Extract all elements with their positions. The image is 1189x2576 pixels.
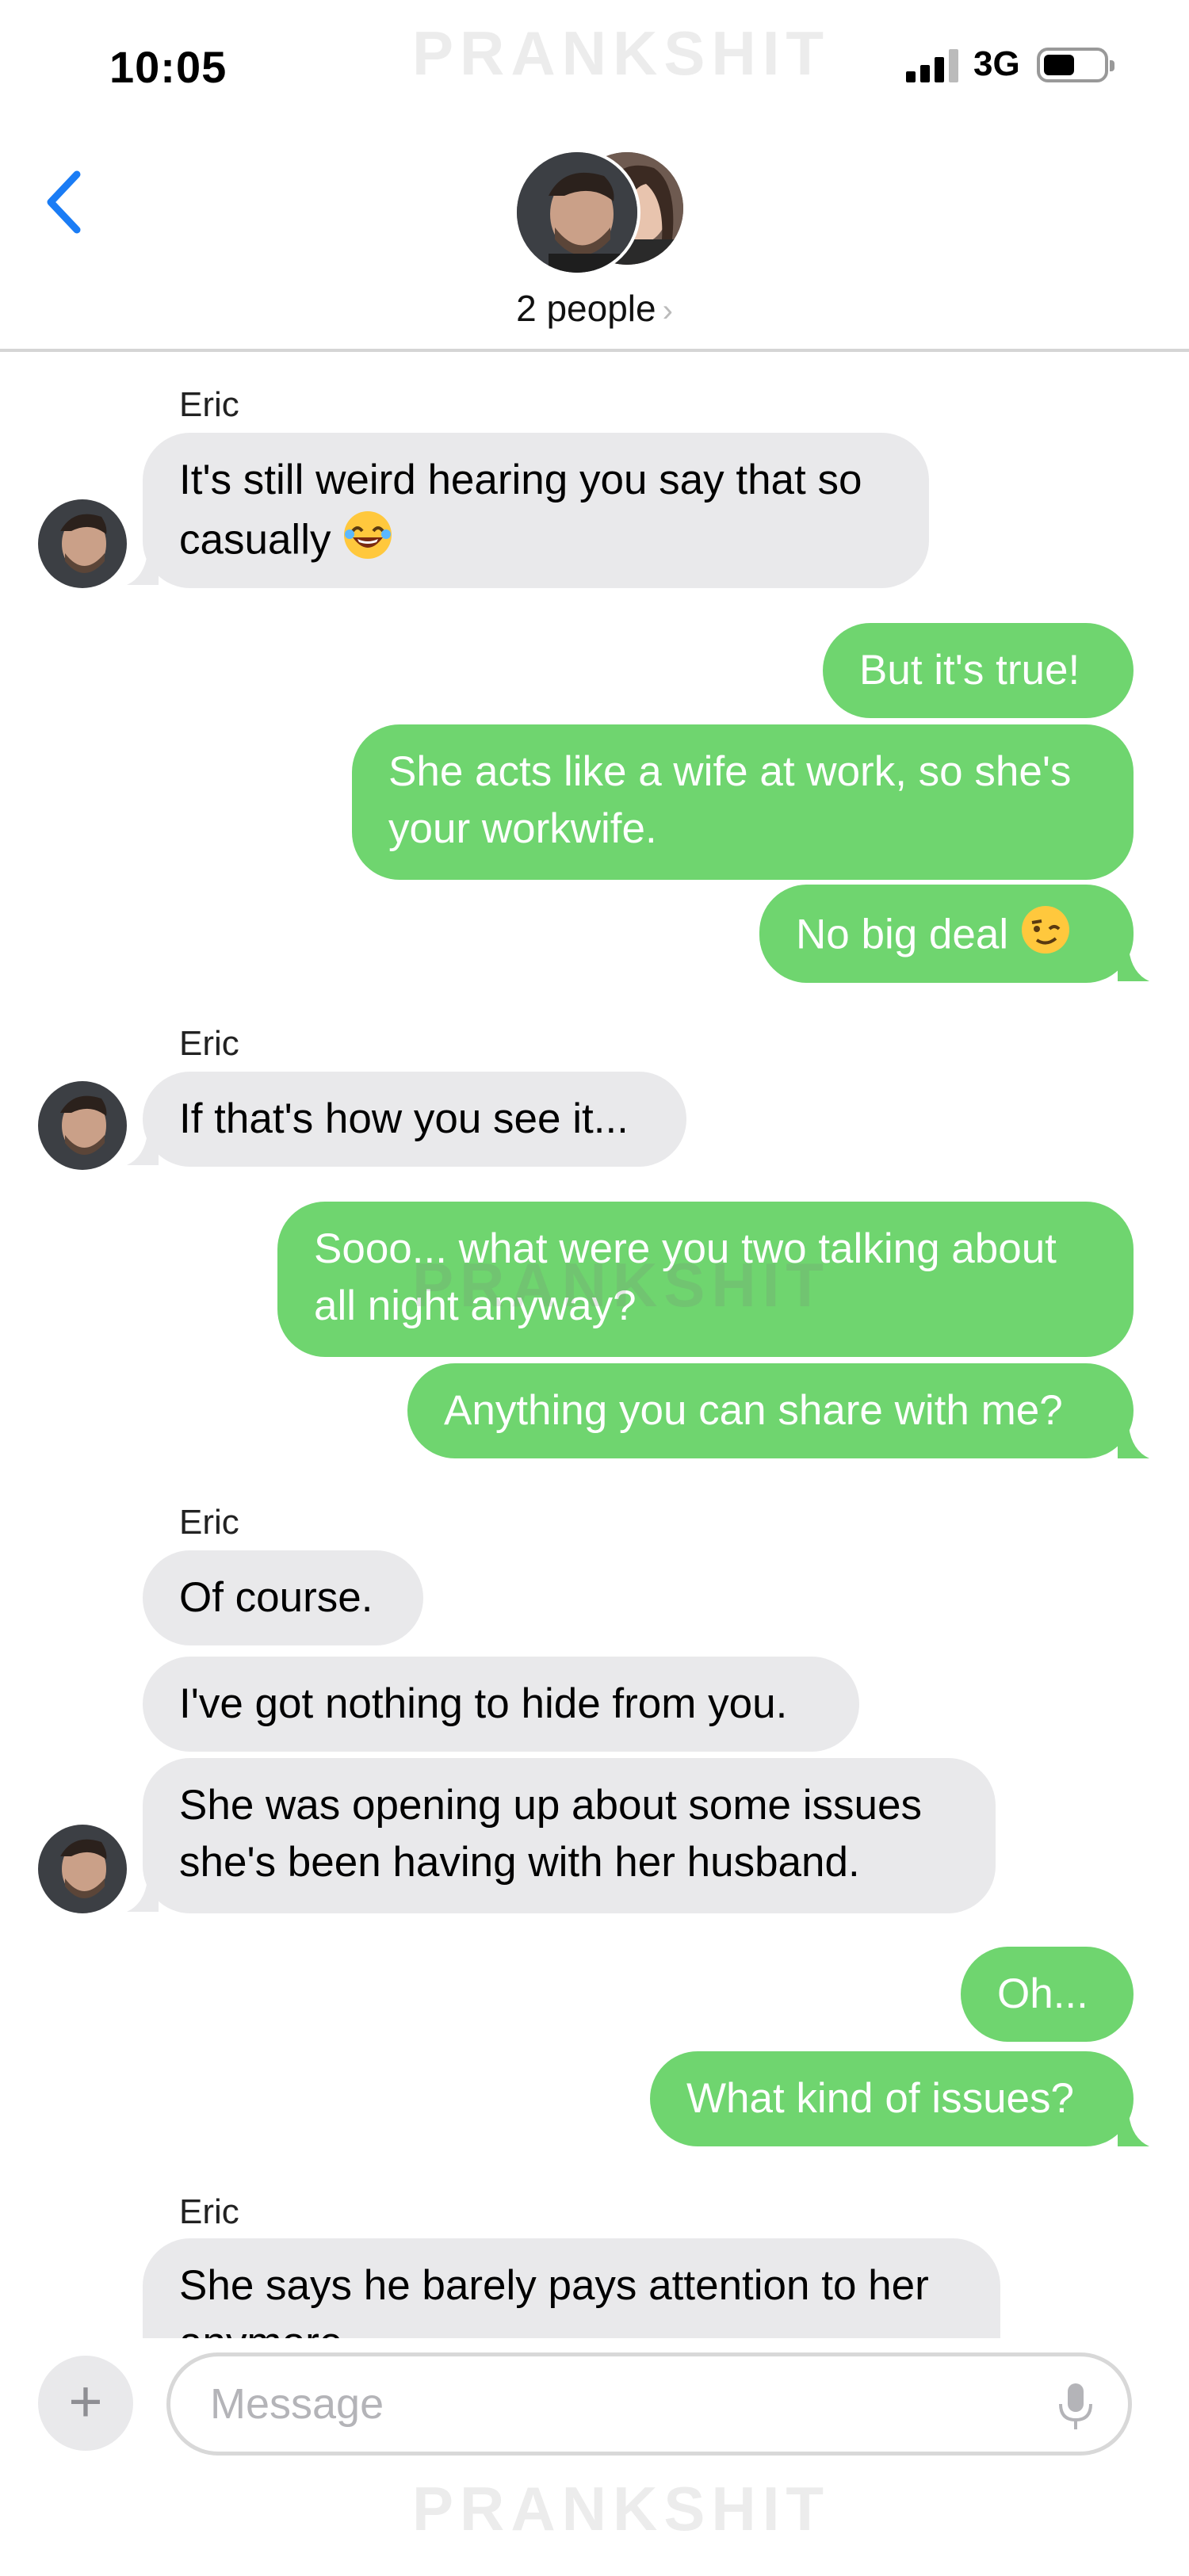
bubble-tail	[127, 1133, 159, 1165]
sender-name: Eric	[179, 385, 239, 424]
message-text: Anything you can share with me?	[444, 1387, 1063, 1434]
bubble-tail	[1118, 2115, 1149, 2146]
header-divider	[0, 349, 1189, 352]
message-text: I've got nothing to hide from you.	[179, 1680, 788, 1727]
outgoing-bubble[interactable]: But it's true!	[823, 623, 1134, 718]
outgoing-bubble[interactable]: She acts like a wife at work, so she's y…	[352, 724, 1134, 880]
avatar-eric	[38, 499, 127, 588]
message-text: Oh...	[997, 1970, 1088, 2017]
incoming-bubble[interactable]: It's still weird hearing you say that so…	[143, 433, 929, 588]
message-text: anymore	[179, 2314, 964, 2338]
bubble-tail	[127, 1880, 159, 1912]
incoming-bubble[interactable]: She says he barely pays attention to her…	[143, 2238, 1000, 2338]
avatar-eric	[38, 1825, 127, 1913]
outgoing-bubble[interactable]: What kind of issues?	[650, 2051, 1134, 2146]
sender-name: Eric	[179, 1024, 239, 1063]
signal-icon	[906, 48, 962, 82]
group-avatar[interactable]	[514, 149, 686, 276]
battery-icon	[1037, 48, 1114, 82]
microphone-button[interactable]	[1054, 2382, 1097, 2433]
outgoing-bubble[interactable]: Anything you can share with me?	[407, 1363, 1134, 1458]
message-text: She acts like a wife at work, so she's	[388, 748, 1072, 795]
bubble-tail	[1118, 1427, 1149, 1458]
bubble-tail	[1118, 950, 1149, 981]
message-text: No big deal	[796, 911, 1009, 958]
add-attachment-button[interactable]: +	[38, 2356, 133, 2451]
laughing-emoji-icon	[342, 509, 394, 576]
network-type: 3G	[973, 44, 1020, 83]
incoming-bubble[interactable]: I've got nothing to hide from you.	[143, 1657, 859, 1752]
message-text: casually	[179, 516, 331, 564]
message-text: What kind of issues?	[686, 2075, 1075, 2122]
message-text: she's been having with her husband.	[179, 1839, 860, 1886]
watermark-middle: PRANKSHIT	[412, 1250, 831, 1320]
avatar-man	[514, 149, 640, 276]
sender-name: Eric	[179, 2192, 239, 2231]
watermark-top: PRANKSHIT	[412, 18, 831, 88]
chevron-left-icon	[47, 170, 81, 234]
winking-emoji-icon	[1019, 904, 1072, 971]
message-input[interactable]	[166, 2352, 1132, 2456]
status-time: 10:05	[109, 42, 227, 92]
message-text: If that's how you see it...	[179, 1095, 629, 1142]
message-text: She says he barely pays attention to her	[179, 2262, 929, 2309]
incoming-bubble[interactable]: If that's how you see it...	[143, 1072, 686, 1167]
incoming-bubble[interactable]: She was opening up about some issues she…	[143, 1758, 996, 1913]
watermark-bottom: PRANKSHIT	[412, 2474, 831, 2544]
message-text: She was opening up about some issues	[179, 1782, 922, 1829]
message-text: Of course.	[179, 1574, 373, 1621]
message-list[interactable]: Eric It's still weird hearing you say th…	[0, 354, 1189, 2338]
back-button[interactable]	[41, 166, 89, 238]
participants-button[interactable]: 2 people ›	[0, 287, 1189, 330]
chevron-right-icon: ›	[662, 293, 673, 328]
microphone-icon	[1059, 2383, 1092, 2429]
bubble-tail	[127, 553, 159, 585]
message-text: your workwife.	[388, 805, 657, 852]
message-text: But it's true!	[859, 647, 1080, 694]
incoming-bubble[interactable]: Of course.	[143, 1550, 423, 1645]
sender-name: Eric	[179, 1503, 239, 1542]
outgoing-bubble[interactable]: Oh...	[961, 1947, 1134, 2042]
message-text: It's still weird hearing you say that so	[179, 457, 862, 503]
avatar-eric	[38, 1081, 127, 1170]
plus-icon: +	[68, 2368, 103, 2434]
participants-label: 2 people	[516, 288, 656, 329]
outgoing-bubble[interactable]: No big deal	[759, 885, 1134, 983]
